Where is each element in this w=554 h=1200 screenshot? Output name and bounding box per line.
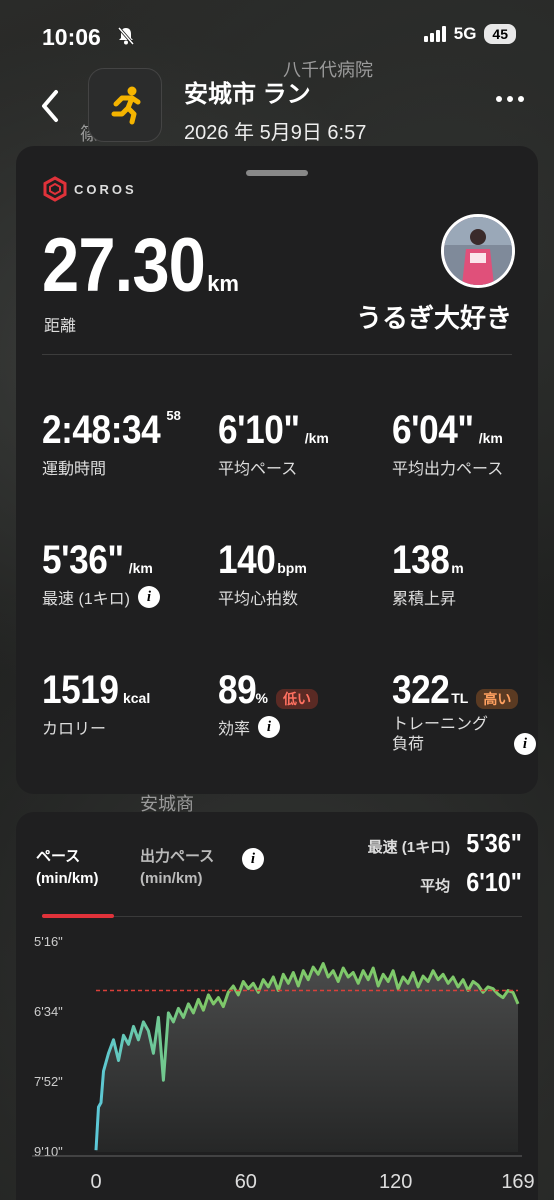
stat-label: 平均心拍数: [218, 591, 299, 608]
stat-value: 140: [218, 538, 276, 582]
avg-label: 平均: [420, 878, 451, 895]
more-options-button[interactable]: [496, 96, 524, 102]
back-button[interactable]: [34, 86, 68, 126]
info-icon[interactable]: i: [258, 716, 281, 738]
battery-indicator: 45: [484, 24, 516, 44]
y-tick-label: 7'52": [34, 1074, 63, 1089]
stat-label: 平均出力ペース: [392, 461, 504, 478]
pace-line-chart[interactable]: 5'16" 6'34" 7'52" 9'10" 0 60 120 169: [16, 932, 538, 1200]
distance-value-group: 27.30 km: [42, 222, 239, 309]
tab-pace[interactable]: ペース (min/km): [36, 846, 99, 890]
dot-icon: [507, 96, 513, 102]
x-tick-label: 60: [235, 1171, 257, 1193]
stat-label: 効率: [218, 721, 251, 738]
stat-unit: /km: [128, 560, 153, 576]
avatar[interactable]: [441, 214, 515, 288]
stat-unit: /km: [304, 430, 329, 446]
stat-value: 6'04": [392, 408, 474, 452]
x-tick-label: 120: [379, 1171, 412, 1193]
network-type: 5G: [453, 24, 477, 43]
stat-elevation-gain: 138 m 累積上昇: [392, 538, 464, 609]
stat-label: 運動時間: [42, 461, 107, 478]
stat-sub-value: 58: [166, 408, 181, 423]
dot-icon: [496, 96, 502, 102]
x-tick-label: 0: [90, 1171, 101, 1193]
distance-value: 27.30: [42, 223, 206, 308]
activity-date: 2026 年 5月9日 6:57: [184, 122, 367, 144]
stat-value: 5'36": [42, 538, 124, 582]
status-badge-low: 低い: [275, 688, 318, 709]
tab-power-pace[interactable]: 出力ペース (min/km): [140, 846, 214, 890]
stat-efficiency: 89% 低い 効率 i: [218, 668, 318, 739]
stat-value: 322: [392, 668, 450, 712]
stat-label: 平均ペース: [218, 461, 298, 478]
info-icon[interactable]: i: [242, 848, 264, 870]
activity-title: 安城市 ラン: [184, 81, 311, 108]
clock: 10:06: [42, 24, 101, 50]
pace-chart-card: ペース (min/km) 出力ペース (min/km) i 最速 (1キロ) 5…: [16, 812, 538, 1200]
stat-avg-heart-rate: 140 bpm 平均心拍数: [218, 538, 307, 609]
activity-type-icon: [88, 68, 162, 142]
avg-value: 6'10": [466, 867, 522, 897]
stat-unit: TL: [451, 690, 469, 706]
status-badge-high: 高い: [476, 688, 519, 709]
stat-label: 累積上昇: [392, 591, 457, 608]
stat-value: 2:48:34: [42, 408, 161, 452]
signal-icon: [423, 26, 446, 42]
y-tick-label: 5'16": [34, 934, 63, 949]
stat-fastest-km: 5'36"/km 最速 (1キロ) i: [42, 538, 161, 609]
info-icon[interactable]: i: [514, 733, 537, 755]
distance-label: 距離: [44, 318, 77, 335]
stat-unit: kcal: [122, 690, 151, 706]
x-tick-label: 169: [501, 1171, 534, 1193]
running-icon: [111, 86, 141, 125]
stat-value: 1519: [42, 668, 119, 712]
summary-card: COROS 27.30 km 距離 うるぎ大好き 2:48:34 58 運動時間 …: [16, 146, 538, 794]
stat-unit: m: [451, 560, 464, 576]
divider: [42, 354, 512, 355]
stat-label: トレーニング 負荷: [392, 716, 489, 753]
pace-area: [96, 963, 518, 1152]
stat-avg-power-pace: 6'04"/km 平均出力ペース: [392, 408, 503, 479]
stat-value: 89: [218, 668, 257, 712]
stat-duration: 2:48:34 58 運動時間: [42, 408, 181, 479]
stat-label: カロリー: [42, 721, 107, 738]
status-bar: 10:06 5G 45: [0, 0, 554, 70]
y-tick-label: 9'10": [34, 1144, 63, 1159]
stat-avg-pace: 6'10"/km 平均ペース: [218, 408, 329, 479]
stat-calories: 1519 kcal カロリー: [42, 668, 150, 739]
chevron-left-icon: [42, 90, 58, 122]
fastest-value: 5'36": [466, 828, 522, 858]
coros-logo-icon: [43, 176, 67, 202]
stat-unit: %: [255, 690, 268, 706]
coros-logo: COROS: [42, 176, 137, 202]
info-icon[interactable]: i: [138, 586, 161, 608]
stat-unit: bpm: [277, 560, 307, 576]
chart-summary: 最速 (1キロ) 5'36" 平均 6'10": [368, 828, 522, 906]
stat-label: 最速 (1キロ): [42, 591, 131, 608]
stat-unit: /km: [478, 430, 503, 446]
tab-divider: [42, 916, 522, 917]
stat-value: 6'10": [218, 408, 300, 452]
brand-name: COROS: [74, 181, 137, 197]
stat-value: 138: [392, 538, 450, 582]
y-tick-label: 6'34": [34, 1004, 63, 1019]
username: うるぎ大好き: [355, 303, 512, 333]
stat-training-load: 322 TL 高い トレーニング 負荷 i: [392, 668, 537, 755]
distance-unit: km: [207, 271, 239, 296]
fastest-label: 最速 (1キロ): [367, 839, 451, 856]
active-tab-indicator: [42, 914, 114, 918]
bell-muted-icon: [116, 26, 136, 51]
dot-icon: [518, 96, 524, 102]
profile-photo: [444, 217, 512, 285]
drag-handle[interactable]: [246, 170, 308, 176]
